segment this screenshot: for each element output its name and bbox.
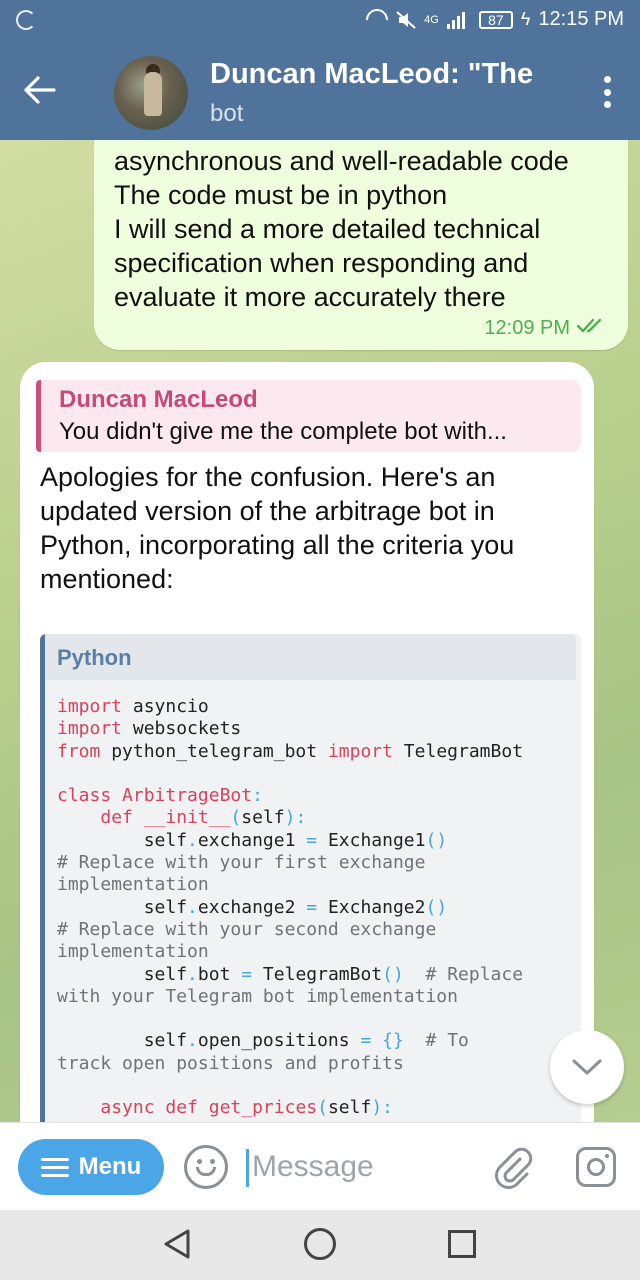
mute-icon [396, 10, 416, 29]
outgoing-message-text: asynchronous and well-readable code The … [114, 144, 614, 314]
code-content: import asyncio import websockets from py… [57, 696, 524, 1119]
network-type-label: 4G [424, 13, 439, 26]
system-nav-bar [0, 1210, 640, 1280]
message-line: specification when responding and [114, 248, 529, 278]
chevron-down-icon [572, 1059, 602, 1075]
nav-back-icon[interactable] [162, 1228, 192, 1265]
signal-icon [446, 11, 471, 29]
chat-title[interactable]: Duncan MacLeod: "The [210, 58, 550, 91]
message-line: Python, incorporating all the criteria y… [40, 530, 515, 560]
message-line: mentioned: [40, 564, 174, 594]
sync-icon [16, 10, 36, 30]
nav-home-icon[interactable] [304, 1228, 336, 1260]
status-icons: 4G 87 ϟ 12:15 PM [361, 3, 624, 36]
message-input[interactable] [252, 1147, 472, 1187]
message-time: 12:09 PM [484, 317, 570, 339]
hotspot-icon [361, 3, 393, 36]
text-cursor [246, 1149, 249, 1187]
emoji-icon[interactable] [184, 1145, 228, 1189]
message-meta: 12:09 PM [484, 317, 606, 340]
message-composer: Menu [0, 1122, 640, 1211]
scroll-down-button[interactable] [550, 1030, 624, 1104]
outgoing-message[interactable]: asynchronous and well-readable code The … [94, 140, 628, 350]
reply-snippet: You didn't give me the complete bot with… [59, 418, 507, 445]
menu-icon [40, 1157, 69, 1177]
incoming-message[interactable]: Duncan MacLeod You didn't give me the co… [20, 362, 594, 1122]
code-language-header: Python [45, 634, 576, 680]
nav-recents-icon[interactable] [448, 1230, 476, 1258]
camera-icon[interactable] [576, 1147, 616, 1187]
chat-header: Duncan MacLeod: "The bot [0, 42, 640, 140]
charging-icon: ϟ [520, 9, 531, 29]
double-check-icon [576, 317, 606, 340]
chat-subtitle: bot [210, 100, 244, 127]
more-vert-icon[interactable] [602, 76, 612, 108]
paperclip-icon[interactable] [490, 1145, 536, 1191]
avatar[interactable] [114, 56, 188, 130]
message-line: updated version of the arbitrage bot in [40, 496, 495, 526]
battery-icon: 87 [478, 10, 513, 29]
message-line: evaluate it more accurately there [114, 282, 506, 312]
message-line: I will send a more detailed technical [114, 214, 541, 244]
reply-author: Duncan MacLeod [59, 386, 258, 413]
code-language-label: Python [57, 645, 132, 670]
code-block[interactable]: Python import asyncio import websockets … [40, 634, 581, 1122]
menu-button[interactable]: Menu [18, 1139, 164, 1195]
status-time: 12:15 PM [538, 8, 624, 30]
reply-quote[interactable]: Duncan MacLeod You didn't give me the co… [36, 380, 581, 452]
status-bar: 4G 87 ϟ 12:15 PM [0, 0, 640, 42]
message-list[interactable]: asynchronous and well-readable code The … [0, 140, 640, 1122]
back-arrow-icon[interactable] [20, 70, 60, 110]
incoming-message-text: Apologies for the confusion. Here's an u… [40, 460, 580, 596]
menu-button-label: Menu [78, 1153, 142, 1180]
message-line: asynchronous and well-readable code [114, 146, 569, 176]
message-line: Apologies for the confusion. Here's an [40, 462, 496, 492]
message-line: The code must be in python [114, 180, 448, 210]
